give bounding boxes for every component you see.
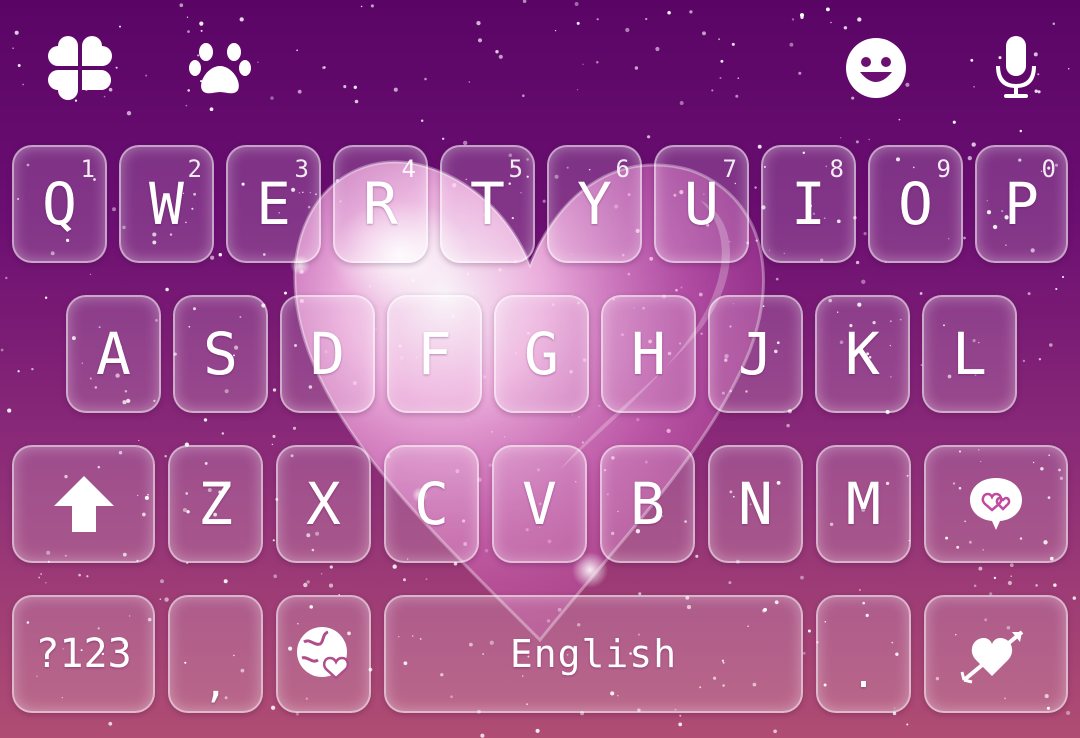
- microphone-icon[interactable]: [984, 36, 1048, 100]
- key-label: S: [203, 320, 238, 388]
- key-r[interactable]: 4 R: [333, 145, 428, 263]
- key-n[interactable]: N: [708, 445, 803, 563]
- key-d[interactable]: D: [280, 295, 375, 413]
- key-p[interactable]: 0 P: [975, 145, 1068, 263]
- key-label: Z: [198, 470, 233, 538]
- key-label: M: [846, 470, 881, 538]
- key-j[interactable]: J: [708, 295, 803, 413]
- key-label: P: [1004, 170, 1039, 238]
- key-label: A: [96, 320, 131, 388]
- key-a[interactable]: A: [66, 295, 161, 413]
- key-l[interactable]: L: [922, 295, 1017, 413]
- symbols-label: ?123: [35, 631, 132, 677]
- globe-key[interactable]: [276, 595, 371, 713]
- key-t[interactable]: 5 T: [440, 145, 535, 263]
- key-o[interactable]: 9 O: [868, 145, 963, 263]
- hint-6: 6: [615, 155, 630, 183]
- key-label: N: [738, 470, 773, 538]
- key-c[interactable]: C: [384, 445, 479, 563]
- key-q[interactable]: 1 Q: [12, 145, 107, 263]
- key-label: I: [791, 170, 826, 238]
- key-label: D: [310, 320, 345, 388]
- key-label: W: [149, 170, 184, 238]
- paw-icon[interactable]: [188, 36, 252, 100]
- key-label: T: [470, 170, 505, 238]
- key-label: F: [417, 320, 452, 388]
- symbols-key[interactable]: ?123: [12, 595, 155, 713]
- key-v[interactable]: V: [492, 445, 587, 563]
- hint-1: 1: [80, 155, 95, 183]
- key-m[interactable]: M: [816, 445, 911, 563]
- key-u[interactable]: 7 U: [654, 145, 749, 263]
- key-label: V: [522, 470, 557, 538]
- globe-heart-icon: [296, 627, 349, 680]
- hint-9: 9: [936, 155, 951, 183]
- period-key[interactable]: .: [816, 595, 911, 713]
- key-label: X: [306, 470, 341, 538]
- hint-4: 4: [401, 155, 416, 183]
- hint-0: 0: [1041, 155, 1056, 183]
- key-label: H: [631, 320, 666, 388]
- key-k[interactable]: K: [815, 295, 910, 413]
- period-label: .: [851, 651, 876, 697]
- heart-chat-key[interactable]: [924, 445, 1068, 563]
- emoji-icon[interactable]: [844, 36, 908, 100]
- key-g[interactable]: G: [494, 295, 589, 413]
- heart-arrow-icon: [960, 630, 1024, 684]
- key-label: Q: [42, 170, 77, 238]
- key-s[interactable]: S: [173, 295, 268, 413]
- key-label: J: [738, 320, 773, 388]
- key-f[interactable]: F: [387, 295, 482, 413]
- key-label: R: [363, 170, 398, 238]
- heart-chat-bubble-icon: [970, 478, 1022, 530]
- key-label: K: [845, 320, 880, 388]
- key-i[interactable]: 8 I: [761, 145, 856, 263]
- comma-key[interactable]: ,: [168, 595, 263, 713]
- hint-8: 8: [829, 155, 844, 183]
- key-h[interactable]: H: [601, 295, 696, 413]
- key-label: O: [898, 170, 933, 238]
- key-y[interactable]: 6 Y: [547, 145, 642, 263]
- key-w[interactable]: 2 W: [119, 145, 214, 263]
- enter-key[interactable]: [924, 595, 1068, 713]
- key-label: C: [414, 470, 449, 538]
- shift-key[interactable]: [12, 445, 155, 563]
- hint-3: 3: [294, 155, 309, 183]
- key-label: U: [684, 170, 719, 238]
- key-label: E: [256, 170, 291, 238]
- hint-7: 7: [722, 155, 737, 183]
- shift-arrow-icon: [53, 476, 114, 532]
- space-label: English: [509, 632, 678, 676]
- key-label: G: [524, 320, 559, 388]
- key-label: L: [952, 320, 987, 388]
- hint-5: 5: [508, 155, 523, 183]
- key-b[interactable]: B: [600, 445, 695, 563]
- key-x[interactable]: X: [276, 445, 371, 563]
- key-label: B: [630, 470, 665, 538]
- clover-icon[interactable]: [48, 36, 112, 100]
- key-e[interactable]: 3 E: [226, 145, 321, 263]
- space-key[interactable]: English: [384, 595, 803, 713]
- hint-2: 2: [187, 155, 202, 183]
- key-label: Y: [577, 170, 612, 238]
- key-z[interactable]: Z: [168, 445, 263, 563]
- comma-label: ,: [203, 661, 228, 707]
